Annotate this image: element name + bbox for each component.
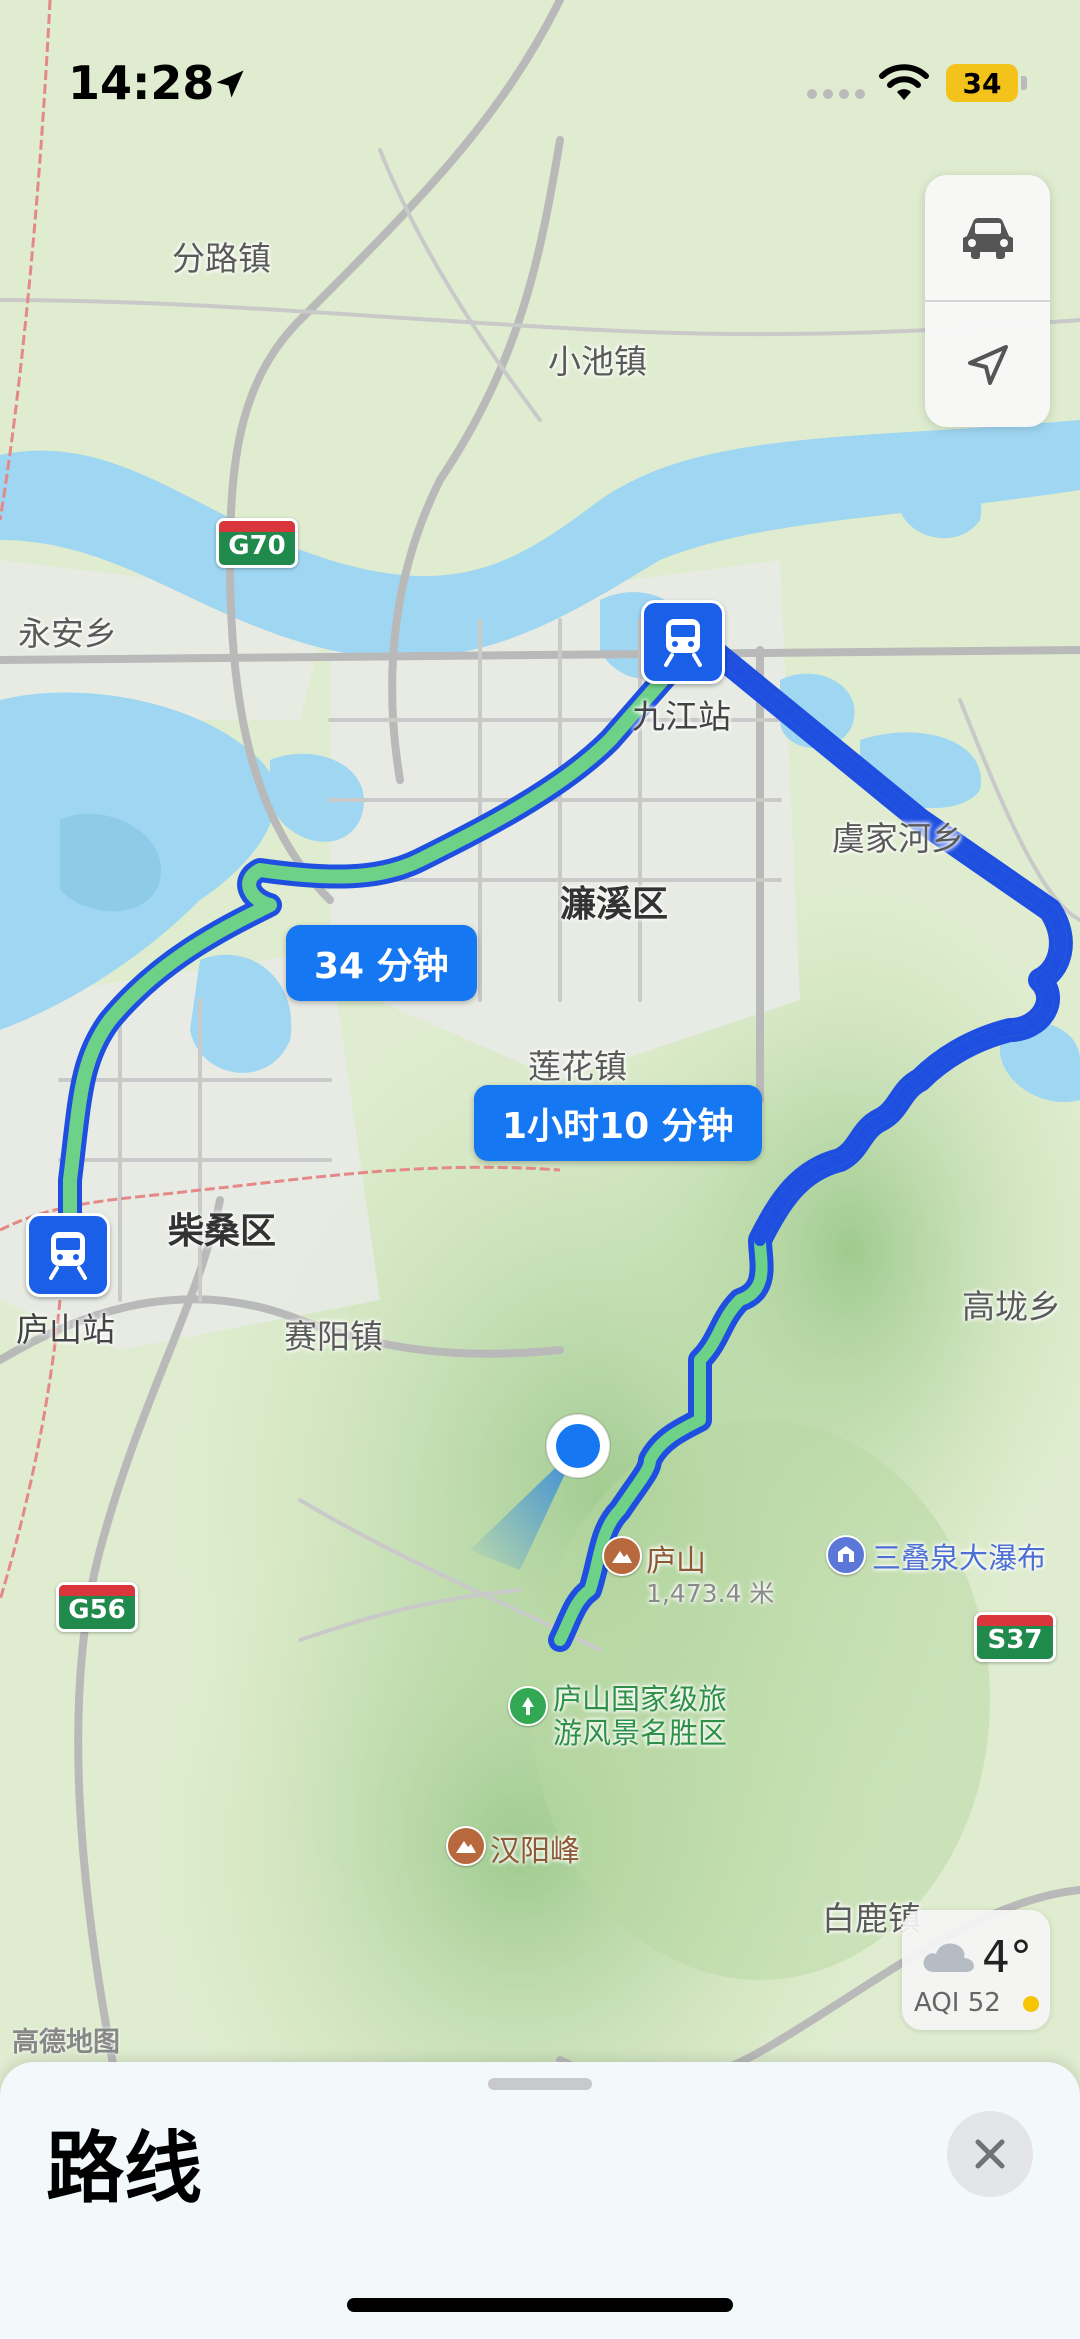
transport-mode-button[interactable] <box>925 175 1050 300</box>
weather-aqi: AQI 52 <box>914 1988 1001 2018</box>
station-jiujiang-label[interactable]: 九江站 <box>632 690 731 738</box>
highway-g70-label: G70 <box>228 531 286 561</box>
route-sheet[interactable]: 路线 <box>0 2062 1080 2339</box>
aqi-status-dot <box>1023 1996 1039 2012</box>
current-location-dot <box>556 1424 600 1468</box>
station-lushan-marker[interactable] <box>26 1213 110 1297</box>
place-lianhuazhen[interactable]: 莲花镇 <box>528 1040 627 1088</box>
place-fenluzhen[interactable]: 分路镇 <box>172 232 271 280</box>
poi-hanyangfeng[interactable]: 汉阳峰 <box>490 1826 580 1870</box>
highway-s37-label: S37 <box>987 1625 1043 1655</box>
home-indicator <box>347 2298 733 2312</box>
station-jiujiang-marker[interactable] <box>641 600 725 684</box>
location-arrow-icon <box>967 344 1008 385</box>
route-time-bubble-green[interactable]: 34 分钟 <box>286 925 477 1001</box>
route-time-green-label: 34 分钟 <box>314 946 449 987</box>
poi-lushan-elevation: 1,473.4 米 <box>646 1579 775 1608</box>
signal-icon <box>807 89 865 99</box>
station-lushan-label[interactable]: 庐山站 <box>16 1303 115 1351</box>
locate-me-button[interactable] <box>925 302 1050 427</box>
close-button[interactable] <box>947 2111 1033 2197</box>
location-arrow-icon <box>216 70 244 98</box>
district-lianxi[interactable]: 濂溪区 <box>560 875 668 927</box>
train-icon <box>49 1232 87 1280</box>
mountain-icon[interactable] <box>446 1826 486 1866</box>
sheet-grabber[interactable] <box>488 2078 592 2090</box>
highway-shield-g70: G70 <box>216 518 298 568</box>
place-yonganxiang[interactable]: 永安乡 <box>18 607 117 655</box>
battery-indicator: 34 <box>946 64 1018 102</box>
route-time-blue-label: 1小时10 分钟 <box>502 1106 734 1147</box>
map-controls <box>925 175 1050 427</box>
map-attribution[interactable]: 高德地图 <box>12 2020 120 2059</box>
status-time: 14:28 <box>68 56 215 110</box>
place-gaolongxiang[interactable]: 高垅乡 <box>962 1280 1061 1328</box>
waterfall-icon[interactable] <box>826 1535 866 1575</box>
route-time-bubble-blue[interactable]: 1小时10 分钟 <box>474 1085 762 1161</box>
car-icon <box>962 217 1013 259</box>
wifi-icon <box>879 64 929 100</box>
close-icon <box>975 2139 1005 2169</box>
cloud-icon <box>923 1943 974 1972</box>
place-xiaochizhen[interactable]: 小池镇 <box>548 335 647 383</box>
place-saiyangzhen[interactable]: 赛阳镇 <box>284 1310 383 1358</box>
highway-shield-s37: S37 <box>974 1612 1056 1662</box>
sheet-title: 路线 <box>46 2124 203 2214</box>
highway-g56-label: G56 <box>68 1595 126 1625</box>
highway-shield-g56: G56 <box>56 1582 138 1632</box>
poi-scenic-area-line2[interactable]: 游风景名胜区 <box>553 1710 727 1752</box>
poi-sandiequan[interactable]: 三叠泉大瀑布 <box>872 1535 1046 1577</box>
weather-temperature: 4° <box>982 1932 1032 1983</box>
train-icon <box>664 619 702 667</box>
weather-widget[interactable]: 4° AQI 52 <box>902 1910 1050 2030</box>
battery-level: 34 <box>962 66 1002 100</box>
status-bar: 14:28 34 <box>0 0 1080 120</box>
district-chaisang[interactable]: 柴桑区 <box>168 1202 276 1254</box>
battery-tip <box>1021 76 1027 90</box>
scenic-area-icon[interactable] <box>508 1686 548 1726</box>
mountain-icon[interactable] <box>602 1536 642 1576</box>
place-yujiahexiang[interactable]: 虞家河乡 <box>832 812 964 860</box>
